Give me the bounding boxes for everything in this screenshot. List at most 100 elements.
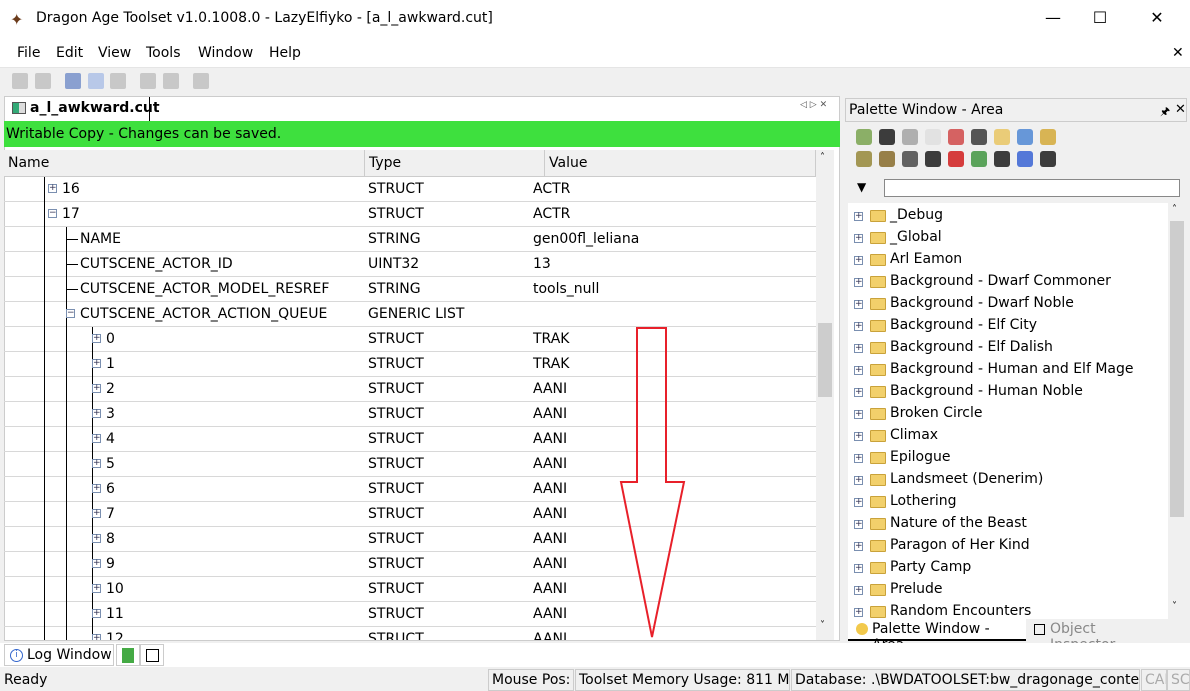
menu-view[interactable]: View: [98, 45, 131, 61]
expand-icon[interactable]: +: [854, 608, 863, 617]
expand-icon[interactable]: +: [92, 634, 101, 640]
expand-icon[interactable]: +: [854, 586, 863, 595]
palette-search-input[interactable]: [884, 179, 1180, 197]
expand-icon[interactable]: +: [854, 410, 863, 419]
expand-icon[interactable]: +: [92, 534, 101, 543]
expand-icon[interactable]: +: [854, 212, 863, 221]
paste-icon[interactable]: [110, 73, 126, 89]
table-row[interactable]: +12 STRUCT AANI: [4, 627, 816, 640]
expand-icon[interactable]: +: [92, 584, 101, 593]
menu-tools[interactable]: Tools: [146, 45, 181, 61]
pin-icon[interactable]: 🖈: [1160, 103, 1170, 122]
expand-icon[interactable]: +: [92, 434, 101, 443]
script-icon[interactable]: [879, 151, 895, 167]
palette-tree-item[interactable]: + Paragon of Her Kind: [848, 535, 1168, 557]
column-header-type[interactable]: Type: [365, 150, 545, 177]
minimize-button[interactable]: —: [1030, 8, 1076, 27]
save-icon[interactable]: [12, 73, 28, 89]
expand-icon[interactable]: +: [92, 359, 101, 368]
expand-icon[interactable]: +: [92, 334, 101, 343]
expand-icon[interactable]: +: [92, 409, 101, 418]
table-row[interactable]: NAME STRING gen00fl_leliana: [4, 227, 816, 252]
table-row[interactable]: +9 STRUCT AANI: [4, 552, 816, 577]
expand-icon[interactable]: +: [92, 509, 101, 518]
cube-icon[interactable]: [1017, 151, 1033, 167]
palette-tree-item[interactable]: + _Global: [848, 227, 1168, 249]
expand-icon[interactable]: +: [854, 564, 863, 573]
table-row[interactable]: +8 STRUCT AANI: [4, 527, 816, 552]
expand-icon[interactable]: +: [854, 256, 863, 265]
expand-icon[interactable]: +: [48, 184, 57, 193]
table-row[interactable]: +7 STRUCT AANI: [4, 502, 816, 527]
conversation-icon[interactable]: [925, 129, 941, 145]
world-icon[interactable]: [1017, 129, 1033, 145]
redo-icon[interactable]: [163, 73, 179, 89]
palette-tree-item[interactable]: + Party Camp: [848, 557, 1168, 579]
palette-tree-item[interactable]: + Broken Circle: [848, 403, 1168, 425]
table-row[interactable]: CUTSCENE_ACTOR_MODEL_RESREF STRING tools_n…: [4, 277, 816, 302]
expand-icon[interactable]: +: [854, 278, 863, 287]
item-icon[interactable]: [994, 129, 1010, 145]
grid-vertical-scrollbar[interactable]: ˄ ˅: [816, 150, 834, 640]
palette-tree-item[interactable]: + Background - Elf Dalish: [848, 337, 1168, 359]
table-row[interactable]: +6 STRUCT AANI: [4, 477, 816, 502]
table-icon[interactable]: [856, 151, 872, 167]
collapse-icon[interactable]: −: [66, 309, 75, 318]
expand-icon[interactable]: +: [854, 300, 863, 309]
table-row[interactable]: − CUTSCENE_ACTOR_ACTION_QUEUE GENERIC LIST: [4, 302, 816, 327]
palette-tree-item[interactable]: + _Debug: [848, 205, 1168, 227]
c-script-icon[interactable]: [925, 151, 941, 167]
palette-tree-item[interactable]: + Background - Dwarf Noble: [848, 293, 1168, 315]
treasure-icon[interactable]: [1040, 129, 1056, 145]
tab-object-inspector[interactable]: Object Inspector: [1028, 619, 1162, 653]
table-row[interactable]: +4 STRUCT AANI: [4, 427, 816, 452]
table-row[interactable]: +16 STRUCT ACTR: [4, 177, 816, 202]
expand-icon[interactable]: +: [854, 520, 863, 529]
maximize-button[interactable]: ☐: [1077, 8, 1123, 27]
palette-close-icon[interactable]: ✕: [1175, 102, 1186, 117]
palette-filter-dropdown[interactable]: ▼: [857, 180, 866, 194]
expand-icon[interactable]: +: [854, 344, 863, 353]
menu-file[interactable]: File: [17, 45, 40, 61]
palette-tree-item[interactable]: + Background - Human and Elf Mage: [848, 359, 1168, 381]
table-row[interactable]: +3 STRUCT AANI: [4, 402, 816, 427]
expand-icon[interactable]: +: [854, 234, 863, 243]
palette-tree-item[interactable]: + Lothering: [848, 491, 1168, 513]
tab-document[interactable]: a_l_awkward.cut: [4, 97, 160, 121]
table-row[interactable]: +1 STRUCT TRAK: [4, 352, 816, 377]
column-header-name[interactable]: Name: [4, 150, 365, 177]
palette-tree-item[interactable]: + Background - Elf City: [848, 315, 1168, 337]
save-all-icon[interactable]: [35, 73, 51, 89]
table-row[interactable]: +11 STRUCT AANI: [4, 602, 816, 627]
copy-icon[interactable]: [88, 73, 104, 89]
table-row[interactable]: −17 STRUCT ACTR: [4, 202, 816, 227]
tab-nav-arrows[interactable]: ◁ ▷ ✕: [800, 100, 827, 110]
palette-tree-item[interactable]: + Prelude: [848, 579, 1168, 601]
placeable-icon[interactable]: [856, 129, 872, 145]
close-button[interactable]: ✕: [1134, 8, 1180, 27]
scroll-thumb[interactable]: [1170, 221, 1184, 517]
expand-icon[interactable]: +: [92, 384, 101, 393]
cut-icon[interactable]: [65, 73, 81, 89]
text-icon[interactable]: [879, 129, 895, 145]
expand-icon[interactable]: +: [854, 498, 863, 507]
palette-tree-item[interactable]: + Nature of the Beast: [848, 513, 1168, 535]
mdi-close-icon[interactable]: ✕: [1172, 45, 1184, 61]
menu-edit[interactable]: Edit: [56, 45, 83, 61]
table-row[interactable]: +2 STRUCT AANI: [4, 377, 816, 402]
palette-tree-item[interactable]: + Landsmeet (Denerim): [848, 469, 1168, 491]
all-icon[interactable]: [1040, 151, 1056, 167]
tab-palette-window-area[interactable]: Palette Window - Area: [848, 619, 1026, 653]
undo-icon[interactable]: [140, 73, 156, 89]
expand-icon[interactable]: +: [92, 459, 101, 468]
table-row[interactable]: CUTSCENE_ACTOR_ID UINT32 13: [4, 252, 816, 277]
scroll-up-icon[interactable]: ˄: [820, 152, 825, 163]
menu-window[interactable]: Window: [198, 45, 253, 61]
menu-help[interactable]: Help: [269, 45, 301, 61]
scroll-thumb[interactable]: [818, 323, 832, 397]
waypoint-icon[interactable]: [971, 151, 987, 167]
tab-console[interactable]: [140, 644, 164, 666]
expand-icon[interactable]: +: [92, 609, 101, 618]
scroll-down-icon[interactable]: ˅: [820, 620, 825, 631]
expand-icon[interactable]: +: [854, 366, 863, 375]
